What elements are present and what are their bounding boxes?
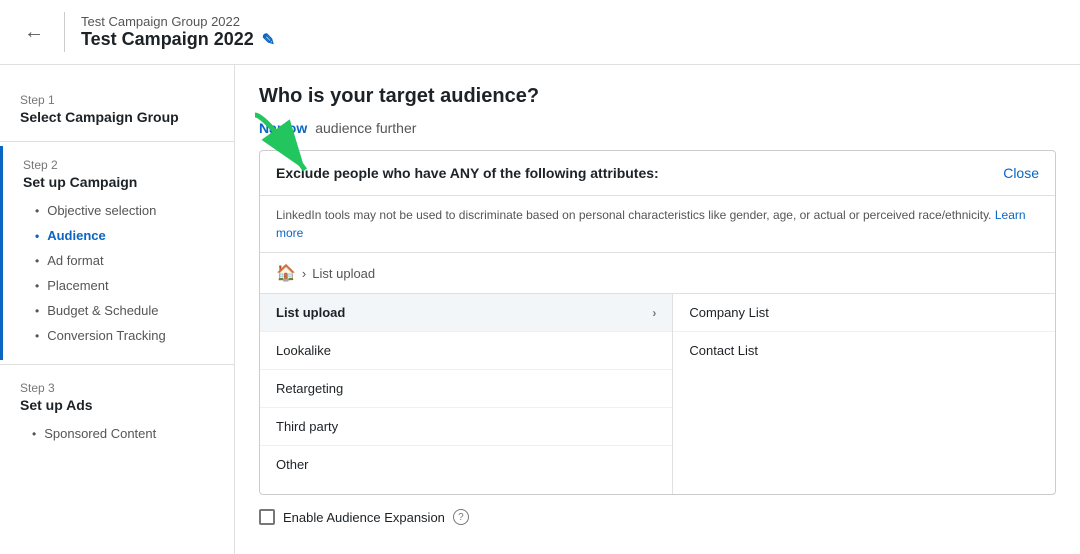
main-layout: Step 1 Select Campaign Group Step 2 Set … (0, 65, 1080, 554)
list-item-other[interactable]: Other (260, 446, 672, 483)
sidebar-item-objective[interactable]: Objective selection (27, 198, 214, 223)
header-text: Test Campaign Group 2022 Test Campaign 2… (81, 14, 275, 50)
narrow-link[interactable]: Narrow (259, 120, 307, 136)
narrow-row: Narrow audience further (259, 120, 1056, 136)
step2-label: Step 2 (23, 158, 214, 172)
close-button[interactable]: Close (1003, 165, 1039, 181)
step1-title: Select Campaign Group (20, 109, 214, 125)
right-item-company[interactable]: Company List (673, 294, 1055, 332)
sidebar-item-ad-format[interactable]: Ad format (27, 248, 214, 273)
list-item-lookalike[interactable]: Lookalike (260, 332, 672, 370)
sidebar: Step 1 Select Campaign Group Step 2 Set … (0, 65, 235, 554)
breadcrumb-text: List upload (312, 266, 375, 281)
header: ← Test Campaign Group 2022 Test Campaign… (0, 0, 1080, 65)
disclaimer: LinkedIn tools may not be used to discri… (260, 196, 1055, 253)
step2-block: Step 2 Set up Campaign Objective selecti… (0, 146, 234, 360)
sidebar-item-conversion[interactable]: Conversion Tracking (27, 323, 214, 348)
exclude-box: Exclude people who have ANY of the follo… (259, 150, 1056, 495)
step3-block: Step 3 Set up Ads Sponsored Content (0, 369, 234, 458)
step3-items: Sponsored Content (20, 421, 214, 446)
campaign-group-label: Test Campaign Group 2022 (81, 14, 275, 29)
step1-block: Step 1 Select Campaign Group (0, 81, 234, 137)
step2-items: Objective selection Audience Ad format P… (23, 198, 214, 348)
list-item-upload[interactable]: List upload › (260, 294, 672, 332)
home-icon: 🏠 (276, 263, 296, 283)
breadcrumb-row: 🏠 › List upload (260, 253, 1055, 294)
exclude-header: Exclude people who have ANY of the follo… (260, 151, 1055, 196)
sidebar-item-audience[interactable]: Audience (27, 223, 214, 248)
right-item-contact[interactable]: Contact List (673, 332, 1055, 369)
campaign-name-label: Test Campaign 2022 ✎ (81, 29, 275, 50)
breadcrumb-separator: › (302, 266, 306, 281)
sidebar-item-sponsored[interactable]: Sponsored Content (24, 421, 214, 446)
list-item-third-party[interactable]: Third party (260, 408, 672, 446)
sidebar-item-budget[interactable]: Budget & Schedule (27, 298, 214, 323)
step1-label: Step 1 (20, 93, 214, 107)
sidebar-divider-1 (0, 141, 234, 142)
header-divider (64, 12, 65, 52)
main-content: Who is your target audience? Narrow audi… (235, 65, 1080, 554)
exclude-title: Exclude people who have ANY of the follo… (276, 165, 659, 181)
narrow-text: audience further (315, 120, 416, 136)
audience-expansion-checkbox[interactable] (259, 509, 275, 525)
sidebar-divider-2 (0, 364, 234, 365)
page-title: Who is your target audience? (259, 85, 1056, 108)
step2-title: Set up Campaign (23, 174, 214, 190)
info-icon[interactable]: ? (453, 509, 469, 525)
edit-icon[interactable]: ✎ (262, 30, 275, 50)
step3-label: Step 3 (20, 381, 214, 395)
chevron-icon: › (652, 306, 656, 320)
list-right: Company List Contact List (673, 294, 1055, 494)
step3-title: Set up Ads (20, 397, 214, 413)
audience-expansion: Enable Audience Expansion ? (259, 495, 1056, 525)
list-item-retargeting[interactable]: Retargeting (260, 370, 672, 408)
sidebar-item-placement[interactable]: Placement (27, 273, 214, 298)
audience-expansion-label: Enable Audience Expansion (283, 510, 445, 525)
list-area: List upload › Lookalike Retargeting Thir… (260, 294, 1055, 494)
back-button[interactable]: ← (20, 17, 48, 48)
list-left: List upload › Lookalike Retargeting Thir… (260, 294, 673, 494)
